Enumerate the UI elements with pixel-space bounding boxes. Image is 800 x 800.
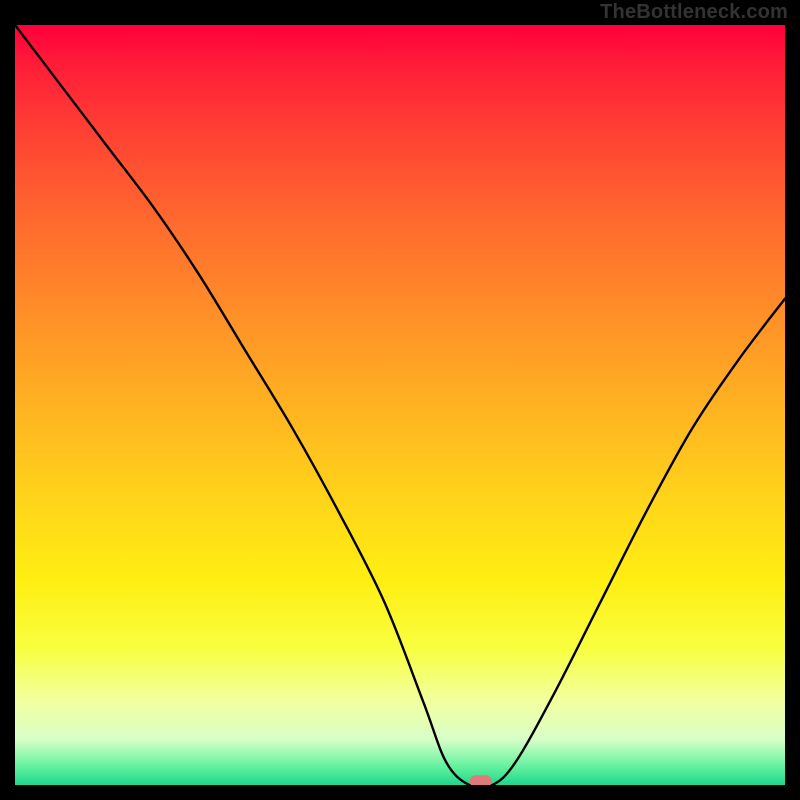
chart-frame: TheBottleneck.com: [0, 0, 800, 800]
bottleneck-curve-path: [15, 25, 785, 785]
plot-area: [15, 25, 785, 785]
minimum-marker-icon: [470, 775, 492, 785]
bottleneck-curve-svg: [15, 25, 785, 785]
watermark-label: TheBottleneck.com: [600, 0, 788, 25]
